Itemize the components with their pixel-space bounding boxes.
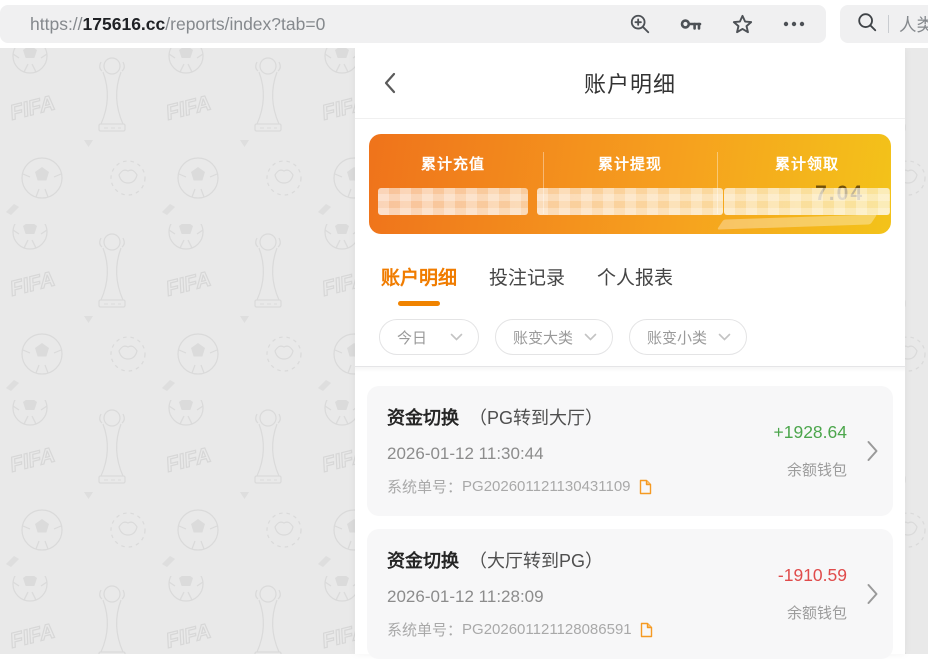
key-icon[interactable] — [679, 13, 703, 35]
masked-value — [537, 185, 723, 215]
search-icon — [856, 11, 878, 38]
filter-minor-category-dropdown[interactable]: 账变小类 — [629, 319, 747, 355]
tab-bet-records[interactable]: 投注记录 — [489, 263, 565, 306]
url-bar[interactable]: https://175616.cc/reports/index?tab=0 — [0, 5, 826, 43]
page-body: FIFA — [0, 48, 928, 654]
record-title: 资金切换 — [387, 547, 459, 573]
zoom-in-icon[interactable] — [629, 13, 651, 35]
chevron-down-icon — [584, 333, 597, 341]
copy-icon[interactable] — [639, 622, 653, 638]
filter-bar: 今日 账变大类 账变小类 — [379, 319, 905, 355]
url-actions — [629, 13, 806, 36]
active-tab-underline — [398, 301, 440, 306]
record-title: 资金切换 — [387, 404, 459, 430]
tab-account-detail[interactable]: 账户明细 — [381, 263, 457, 306]
url-text: https://175616.cc/reports/index?tab=0 — [30, 14, 325, 35]
record-wallet: 余额钱包 — [787, 602, 847, 623]
tab-personal-report[interactable]: 个人报表 — [597, 263, 673, 306]
record-amount: +1928.64 — [774, 422, 847, 443]
summary-label: 累计提现 — [598, 153, 662, 174]
app-panel: 账户明细 累计充值 累计提现 累计领取 7.04 — [355, 48, 905, 654]
tab-bar: 账户明细 投注记录 个人报表 — [381, 263, 905, 306]
record-list: 资金切换 （PG转到大厅） 2026-01-12 11:30:44 系统单号：P… — [355, 374, 905, 659]
filter-major-category-dropdown[interactable]: 账变大类 — [495, 319, 613, 355]
record-row[interactable]: 资金切换 （大厅转到PG） 2026-01-12 11:28:09 系统单号：P… — [367, 529, 893, 659]
chevron-down-icon — [718, 333, 731, 341]
record-row[interactable]: 资金切换 （PG转到大厅） 2026-01-12 11:30:44 系统单号：P… — [367, 386, 893, 516]
summary-card: 累计充值 累计提现 累计领取 7.04 — [369, 134, 891, 234]
browser-search-box[interactable]: 人类 — [840, 5, 928, 43]
order-number-label: 系统单号： — [387, 476, 462, 497]
mask-smudge — [717, 214, 877, 229]
chevron-right-icon[interactable] — [866, 582, 879, 606]
order-number: PG202601121130431109 — [462, 478, 631, 495]
bookmark-star-icon[interactable] — [731, 13, 754, 36]
chevron-right-icon[interactable] — [866, 439, 879, 463]
more-ellipsis-icon[interactable] — [782, 20, 806, 28]
record-wallet: 余额钱包 — [787, 459, 847, 480]
text-cursor — [888, 15, 889, 33]
filter-date-dropdown[interactable]: 今日 — [379, 319, 479, 355]
summary-total-deposit: 累计充值 — [369, 134, 537, 234]
masked-value: 7.04 — [724, 185, 890, 215]
page-title: 账户明细 — [584, 67, 676, 99]
app-header: 账户明细 — [355, 48, 905, 119]
summary-label: 累计领取 — [775, 153, 839, 174]
record-amount: -1910.59 — [778, 565, 847, 586]
section-divider — [355, 366, 905, 374]
record-subtitle: （大厅转到PG） — [469, 547, 603, 573]
summary-total-claim: 累计领取 7.04 — [723, 134, 891, 234]
summary-total-withdraw: 累计提现 — [537, 134, 723, 234]
order-number: PG202601121128086591 — [462, 621, 632, 638]
masked-value — [378, 185, 528, 215]
browser-toolbar: https://175616.cc/reports/index?tab=0 人类 — [0, 0, 928, 48]
search-query-text: 人类 — [899, 12, 928, 37]
copy-icon[interactable] — [638, 479, 652, 495]
record-subtitle: （PG转到大厅） — [469, 404, 603, 430]
order-number-label: 系统单号： — [387, 619, 462, 640]
summary-label: 累计充值 — [421, 153, 485, 174]
chevron-down-icon — [450, 333, 463, 341]
back-button[interactable] — [381, 70, 399, 96]
